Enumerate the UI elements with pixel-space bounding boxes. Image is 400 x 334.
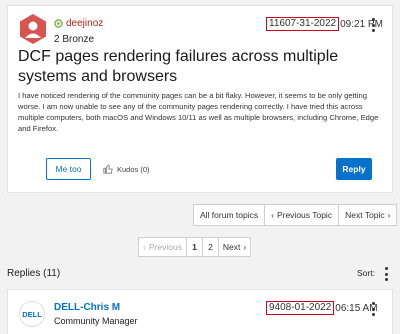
dell-logo-avatar[interactable]: DELL <box>19 301 45 327</box>
chevron-left-icon: ‹ <box>271 210 274 220</box>
author-row: deejinoz <box>54 18 103 29</box>
all-forum-topics-button[interactable]: All forum topics <box>193 204 266 226</box>
kudos-icon <box>103 164 113 174</box>
page-2-button[interactable]: 2 <box>202 237 219 257</box>
pagination-next-label: Next <box>222 242 241 252</box>
kudos-label: Kudos (0) <box>117 164 150 174</box>
chevron-right-icon: › <box>387 210 391 220</box>
post-date: 11607-31-2022 <box>266 17 340 31</box>
next-topic-label: Next Topic <box>345 210 385 220</box>
reply-author-name[interactable]: DELL-Chris M <box>54 302 120 313</box>
next-topic-button[interactable]: Next Topic › <box>338 204 398 226</box>
reply-author-role: Community Manager <box>54 316 138 326</box>
sort-options-icon[interactable] <box>379 265 393 283</box>
pagination: ‹ Previous 1 2 Next › <box>138 237 251 257</box>
post-title: DCF pages rendering failures across mult… <box>18 48 339 85</box>
page-1-button[interactable]: 1 <box>186 237 203 257</box>
previous-topic-button[interactable]: ‹ Previous Topic <box>264 204 340 226</box>
replies-heading: Replies (11) <box>7 268 61 279</box>
post-card: deejinoz 2 Bronze 11607-31-2022 09:21 PM… <box>7 5 393 193</box>
rank-badge-icon <box>54 19 63 28</box>
post-options-icon[interactable] <box>366 16 380 34</box>
author-rank: 2 Bronze <box>54 34 95 45</box>
pagination-previous-label: Previous <box>148 242 182 252</box>
avatar[interactable] <box>19 14 47 44</box>
dell-logo: DELL <box>22 310 42 319</box>
topic-navigation: All forum topics ‹ Previous Topic Next T… <box>193 204 398 226</box>
chevron-left-icon: ‹ <box>143 242 146 252</box>
reply-options-icon[interactable] <box>366 300 380 318</box>
reply-timestamp: 9408-01-2022 06:15 AM <box>266 301 378 315</box>
reply-button[interactable]: Reply <box>336 158 372 180</box>
me-too-button[interactable]: Me too <box>46 158 91 180</box>
author-name[interactable]: deejinoz <box>66 18 103 29</box>
post-body: I have noticed rendering of the communit… <box>18 91 379 133</box>
pagination-next[interactable]: Next › <box>218 237 251 257</box>
pagination-previous[interactable]: ‹ Previous <box>138 237 187 257</box>
reply-date: 9408-01-2022 <box>266 301 335 315</box>
reply-card: DELL DELL-Chris M Community Manager 9408… <box>7 289 393 334</box>
svg-text:DELL: DELL <box>22 310 42 319</box>
sort-label: Sort: <box>357 268 375 278</box>
chevron-right-icon: › <box>243 242 247 252</box>
kudos-button[interactable]: Kudos (0) <box>103 164 150 174</box>
previous-topic-label: Previous Topic <box>276 210 333 220</box>
